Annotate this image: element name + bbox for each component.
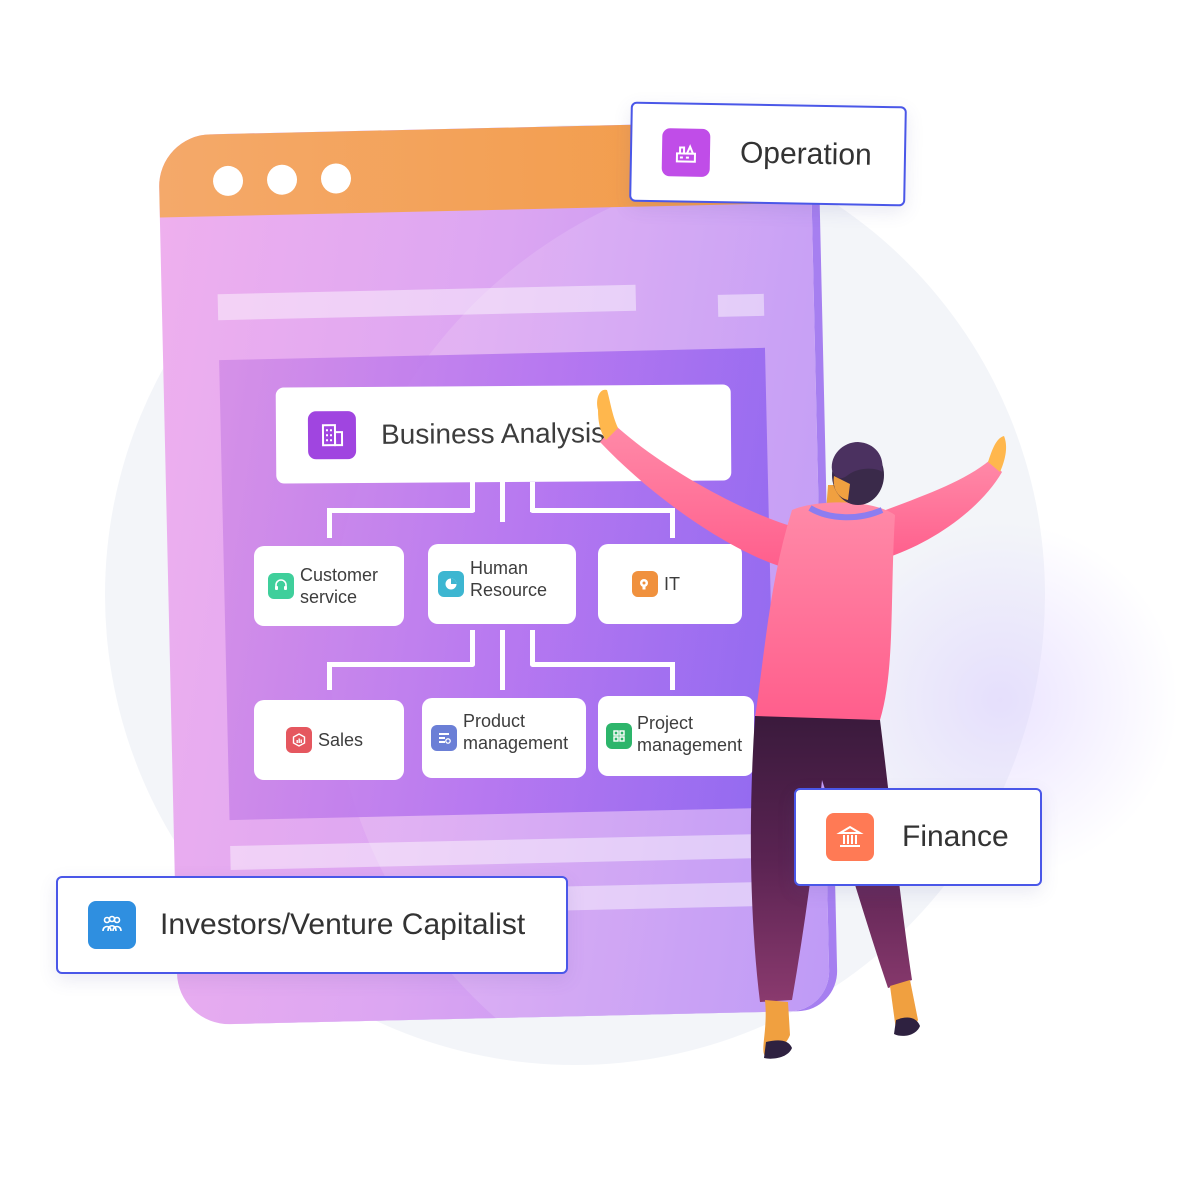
department-card-customer-service: Customer service bbox=[254, 546, 404, 626]
finance-card: Finance bbox=[794, 788, 1042, 886]
department-card-human-resource: Human Resource bbox=[428, 544, 576, 624]
factory-icon bbox=[661, 128, 711, 177]
building-icon bbox=[307, 411, 357, 460]
window-dot-2 bbox=[266, 164, 298, 196]
department-label-line2: service bbox=[300, 587, 358, 607]
department-label: Sales bbox=[318, 730, 364, 750]
sales-chart-icon bbox=[286, 727, 312, 753]
department-card-sales: Sales bbox=[254, 700, 404, 780]
department-label-line1: Human bbox=[470, 558, 529, 578]
people-group-icon bbox=[88, 901, 136, 949]
placeholder-bar-small bbox=[717, 293, 765, 317]
connector-line bbox=[330, 508, 475, 513]
investors-card: Investors/Venture Capitalist bbox=[56, 876, 568, 974]
department-label: Human Resource bbox=[470, 557, 547, 601]
connector-line bbox=[327, 508, 332, 538]
window-dot-3 bbox=[320, 163, 352, 194]
operation-label: Operation bbox=[739, 136, 873, 172]
department-label: Product management bbox=[463, 710, 568, 754]
department-label-line2: Resource bbox=[470, 580, 548, 600]
person-illustration bbox=[597, 389, 1007, 1059]
connector-line bbox=[470, 630, 475, 665]
finance-label: Finance bbox=[902, 820, 1009, 853]
department-label-line1: Customer bbox=[300, 565, 379, 585]
operation-card: Operation bbox=[629, 101, 907, 207]
headset-icon bbox=[268, 573, 294, 599]
connector-line bbox=[500, 630, 505, 690]
department-label-line1: Product bbox=[463, 711, 526, 731]
window-dot-1 bbox=[212, 165, 244, 197]
department-label-line2: management bbox=[463, 733, 569, 753]
connector-line bbox=[530, 630, 535, 665]
bank-icon bbox=[826, 813, 874, 861]
connector-line bbox=[330, 662, 475, 667]
connector-line bbox=[500, 482, 505, 522]
investors-label: Investors/Venture Capitalist bbox=[160, 908, 526, 941]
pie-chart-icon bbox=[438, 571, 464, 597]
department-label: Customer service bbox=[300, 564, 378, 608]
connector-line bbox=[327, 662, 332, 690]
product-settings-icon bbox=[431, 725, 457, 751]
